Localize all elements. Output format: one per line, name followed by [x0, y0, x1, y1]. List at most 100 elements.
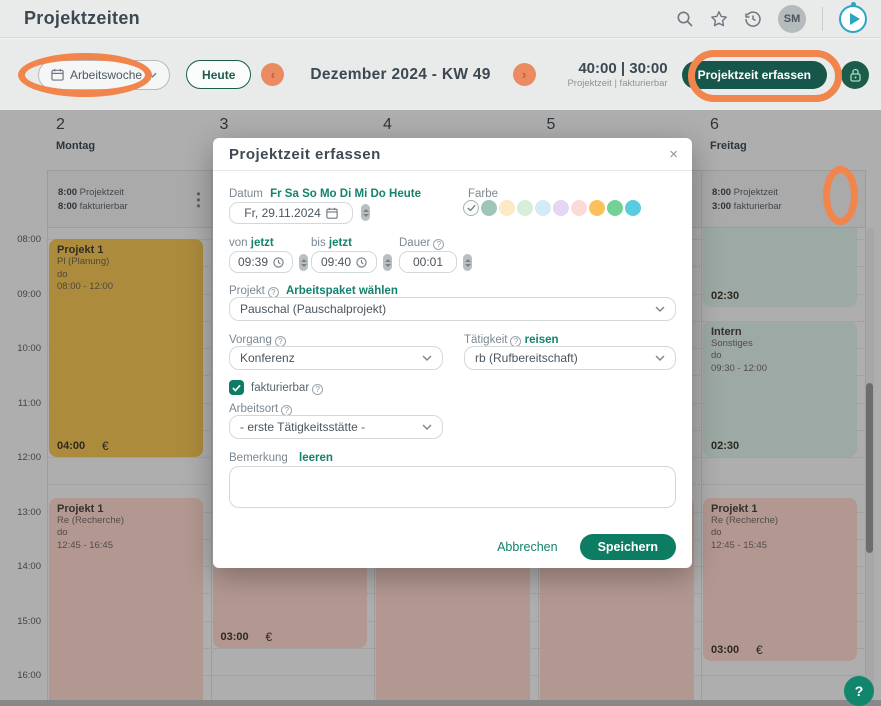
- color-swatch-selected[interactable]: [463, 200, 479, 216]
- bis-stepper[interactable]: [383, 254, 392, 271]
- time-label: 10:00: [17, 343, 41, 354]
- fakturierbar-checkbox[interactable]: [229, 380, 244, 395]
- day-header-number: 4: [383, 116, 392, 133]
- timer-play-button[interactable]: [839, 1, 867, 33]
- weekday-link-di[interactable]: Di: [340, 188, 352, 200]
- help-icon[interactable]: ?: [312, 384, 324, 395]
- calendar-event[interactable]: Intern Sonstiges do 09:30 - 12:00 02:30: [703, 320, 857, 457]
- color-swatch[interactable]: [535, 200, 551, 216]
- event-time-range: 08:00 - 12:00: [57, 281, 113, 292]
- color-swatch[interactable]: [499, 200, 515, 216]
- lock-icon: [849, 68, 861, 82]
- bis-time-input[interactable]: 09:40: [311, 251, 377, 273]
- vorgang-select[interactable]: Konferenz: [229, 346, 443, 370]
- calendar-event[interactable]: Projekt 1 Pl (Planung) do 08:00 - 12:00 04:0…: [49, 239, 203, 457]
- projektzeit-erfassen-modal: Projektzeit erfassen × Datum Fr Sa So Mo…: [213, 138, 692, 568]
- help-icon[interactable]: ?: [433, 239, 445, 250]
- von-jetzt-link[interactable]: jetzt: [251, 237, 274, 249]
- day-header-number: 3: [219, 116, 229, 133]
- arbeitsort-select[interactable]: - erste Tätigkeitsstätte -: [229, 415, 443, 439]
- top-bar: Projektzeiten SM: [0, 0, 881, 38]
- dauer-stepper[interactable]: [463, 254, 472, 271]
- event-subtitle: Sonstiges: [711, 337, 753, 349]
- kebab-icon[interactable]: • • •: [192, 188, 206, 212]
- close-icon[interactable]: ×: [669, 147, 678, 162]
- color-swatch[interactable]: [571, 200, 587, 216]
- event-title: Projekt 1: [711, 502, 758, 515]
- event-time-range: 09:30 - 12:00: [711, 362, 767, 374]
- taetigkeit-select[interactable]: rb (Rufbereitschaft): [464, 346, 676, 370]
- event-subtitle: Re (Recherche): [57, 514, 125, 526]
- date-input[interactable]: Fr, 29.11.2024: [229, 202, 353, 224]
- period-title: Dezember 2024 - KW 49: [310, 65, 491, 83]
- save-button[interactable]: Speichern: [579, 534, 676, 560]
- leeren-link[interactable]: leeren: [299, 452, 333, 464]
- event-title: Intern: [711, 325, 742, 338]
- reisen-link[interactable]: reisen: [525, 334, 559, 346]
- bis-value: 09:40: [320, 255, 352, 269]
- weekday-link-heute[interactable]: Heute: [389, 188, 421, 200]
- calendar-icon: [326, 207, 338, 219]
- vorgang-label-text: Vorgang: [229, 334, 272, 346]
- calendar-event[interactable]: 02:30: [703, 228, 857, 308]
- taetigkeit-value: rb (Rufbereitschaft): [475, 351, 578, 365]
- scrollbar-thumb[interactable]: [866, 383, 873, 553]
- bemerkung-label: Bemerkung leeren: [229, 452, 333, 464]
- event-person: do: [711, 350, 722, 362]
- page-title: Projektzeiten: [24, 8, 140, 28]
- color-swatch[interactable]: [517, 200, 533, 216]
- euro-icon: €: [102, 439, 109, 453]
- date-stepper[interactable]: [361, 204, 370, 221]
- dauer-input[interactable]: 00:01: [399, 251, 457, 273]
- weekday-link-sa[interactable]: Sa: [285, 188, 299, 200]
- time-label: 13:00: [17, 506, 41, 518]
- color-swatch[interactable]: [553, 200, 569, 216]
- help-button[interactable]: ?: [844, 676, 874, 706]
- check-icon: [232, 384, 241, 392]
- next-week-button[interactable]: ›: [512, 63, 536, 86]
- weekday-link-mi[interactable]: Mi: [354, 188, 367, 200]
- event-duration: 02:30: [711, 440, 740, 452]
- calendar-event[interactable]: Projekt 1Re (Recherche)do12:45 - 16:4504…: [49, 497, 203, 706]
- weekday-link-mo[interactable]: Mo: [320, 188, 337, 200]
- history-icon[interactable]: [744, 10, 762, 28]
- projekt-select[interactable]: Pauschal (Pauschalprojekt): [229, 297, 676, 321]
- day-header-name: Freitag: [710, 140, 747, 152]
- color-swatch[interactable]: [625, 200, 641, 216]
- weekday-link-so[interactable]: So: [302, 188, 317, 200]
- von-time-input[interactable]: 09:39: [229, 251, 293, 273]
- color-swatch[interactable]: [589, 200, 605, 216]
- event-time-range: 12:45 - 15:45: [711, 539, 767, 551]
- prev-week-button[interactable]: ‹: [261, 63, 285, 86]
- bemerkung-input[interactable]: [229, 466, 676, 508]
- von-stepper[interactable]: [299, 254, 308, 271]
- cancel-button[interactable]: Abbrechen: [497, 540, 557, 554]
- time-label: 09:00: [17, 288, 41, 300]
- create-projektzeit-button[interactable]: Projektzeit erfassen: [681, 60, 827, 89]
- weekday-link-fr[interactable]: Fr: [270, 188, 282, 200]
- star-icon[interactable]: [710, 10, 728, 28]
- column-border: [210, 228, 212, 706]
- time-label: 12:00: [17, 452, 41, 463]
- kebab-icon[interactable]: • • •: [846, 188, 860, 212]
- color-swatch[interactable]: [607, 200, 623, 216]
- search-icon[interactable]: [676, 10, 694, 28]
- calendar-event[interactable]: Projekt 1 Re (Recherche) do 12:45 - 15:45 03…: [703, 497, 857, 662]
- weekday-link-do[interactable]: Do: [370, 188, 385, 200]
- arbeitspaket-link[interactable]: Arbeitspaket wählen: [286, 285, 398, 297]
- avatar[interactable]: SM: [778, 4, 806, 33]
- fakturierbar-label-text: fakturierbar: [251, 382, 310, 394]
- color-swatch[interactable]: [481, 200, 497, 216]
- euro-icon: €: [756, 643, 763, 658]
- chevron-down-icon: [148, 72, 157, 78]
- totals-value: 40:00 | 30:00: [578, 60, 668, 77]
- view-selector-arbeitswoche[interactable]: Arbeitswoche: [38, 59, 171, 90]
- chevron-down-icon: [655, 355, 665, 361]
- day-header-number: 5: [546, 116, 556, 133]
- time-label: 15:00: [17, 615, 41, 627]
- bis-jetzt-link[interactable]: jetzt: [329, 237, 352, 249]
- von-value: 09:39: [237, 255, 269, 269]
- lock-button[interactable]: [841, 60, 869, 89]
- dauer-label-text: Dauer: [399, 237, 431, 249]
- today-button[interactable]: Heute: [186, 60, 252, 89]
